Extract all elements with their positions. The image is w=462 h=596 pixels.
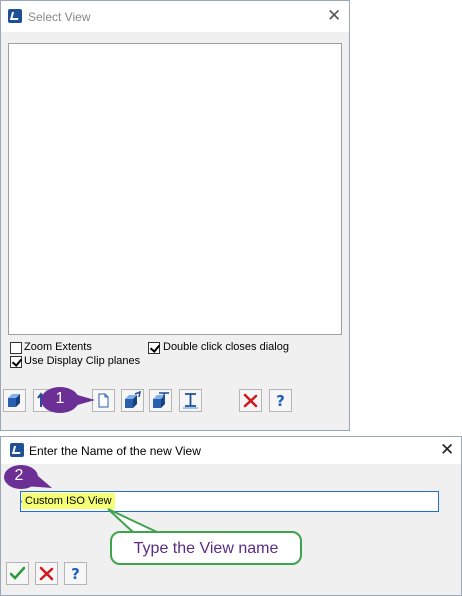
- callout-type-view-name: Type the View name: [110, 531, 302, 565]
- app-logo-icon: [10, 443, 24, 457]
- zoom-extents-label: Zoom Extents: [24, 341, 92, 353]
- view-cube-button[interactable]: [3, 389, 26, 412]
- svg-text:?: ?: [71, 565, 80, 582]
- delete-icon: [243, 393, 258, 408]
- delete-view-button[interactable]: [239, 389, 262, 412]
- iso-view-button[interactable]: [121, 389, 144, 412]
- new-view-icon: [98, 393, 109, 408]
- help-button[interactable]: ?: [269, 389, 292, 412]
- new-view-name-dialog: Enter the Name of the new View ✕ Custom …: [0, 436, 462, 596]
- select-view-title: Select View: [28, 10, 91, 24]
- section-view-icon: [153, 392, 169, 408]
- plan-view-icon: [183, 393, 198, 409]
- new-view-title: Enter the Name of the new View: [29, 444, 201, 458]
- help-button[interactable]: ?: [64, 562, 87, 585]
- step-2-badge: 2: [14, 467, 24, 484]
- svg-text:?: ?: [276, 392, 285, 409]
- step-1-badge: 1: [55, 390, 65, 407]
- close-icon[interactable]: ✕: [440, 442, 454, 459]
- help-icon: ?: [71, 565, 80, 582]
- plan-view-button[interactable]: [179, 389, 202, 412]
- iso-view-icon: [125, 391, 141, 408]
- use-display-clip-planes-label: Use Display Clip planes: [24, 355, 141, 367]
- app-logo-icon: [8, 9, 22, 23]
- select-view-dialog: Select View ✕ Zoom Extents Use Display C…: [0, 0, 350, 431]
- view-list[interactable]: [8, 43, 342, 335]
- select-view-titlebar[interactable]: Select View ✕: [1, 1, 349, 32]
- ok-icon: [9, 566, 26, 580]
- new-view-titlebar[interactable]: Enter the Name of the new View ✕: [1, 437, 461, 464]
- zoom-extents-checkbox[interactable]: [10, 342, 22, 354]
- help-icon: ?: [276, 392, 285, 409]
- ok-button[interactable]: [6, 562, 29, 585]
- close-icon[interactable]: ✕: [327, 8, 341, 25]
- section-view-button[interactable]: [149, 389, 172, 412]
- use-display-clip-planes-checkbox[interactable]: [10, 356, 22, 368]
- view-cube-icon: [8, 394, 20, 407]
- double-click-closes-label: Double click closes dialog: [163, 341, 289, 353]
- double-click-closes-checkbox[interactable]: [148, 342, 160, 354]
- cancel-icon: [39, 566, 54, 581]
- view-name-value: Custom ISO View: [22, 493, 115, 509]
- cancel-button[interactable]: [35, 562, 58, 585]
